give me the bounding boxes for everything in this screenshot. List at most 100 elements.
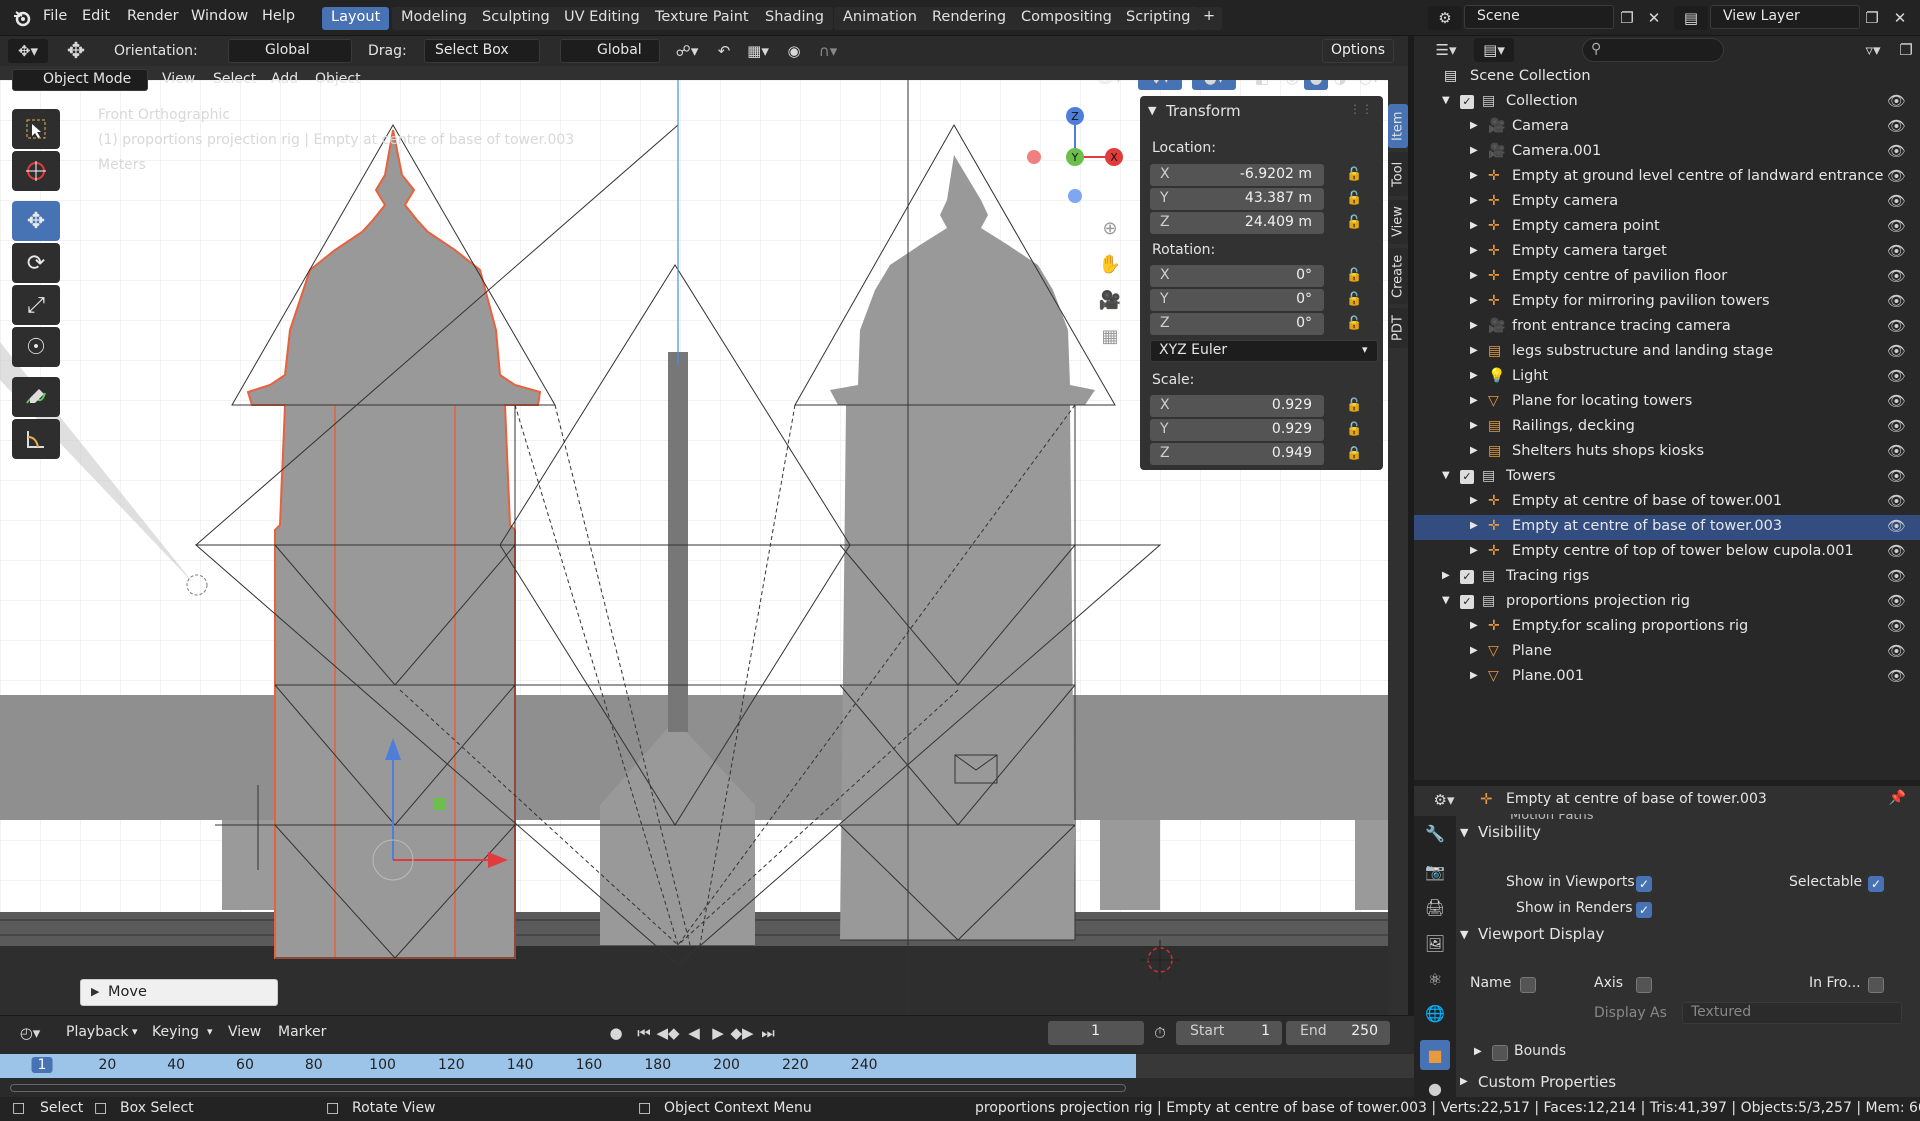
tab-view[interactable]: View <box>1388 200 1408 244</box>
visibility-eye-icon[interactable]: 👁 <box>1887 267 1906 285</box>
tab-scripting[interactable]: Scripting <box>1117 7 1200 30</box>
end-frame-field[interactable]: End 250 <box>1286 1021 1390 1045</box>
timeline-view-menu[interactable]: View <box>228 1024 261 1040</box>
tab-shading[interactable]: Shading <box>756 7 833 30</box>
navigation-gizmo[interactable]: Z X Y <box>1020 102 1130 212</box>
outliner-row[interactable]: ▶ ▤ Shelters huts shops kiosks 👁 <box>1414 440 1920 465</box>
select-box-tool[interactable] <box>12 109 60 149</box>
chevron-right-icon[interactable]: ▶ <box>1470 170 1478 181</box>
view-layer-properties-tab[interactable]: 🖼 <box>1420 928 1450 958</box>
visibility-eye-icon[interactable]: 👁 <box>1887 317 1906 335</box>
location-x-field[interactable]: X -6.9202 m <box>1150 164 1324 186</box>
collection-exclude-checkbox[interactable]: ✓ <box>1460 595 1474 609</box>
lock-icon[interactable]: 🔓 <box>1346 268 1362 283</box>
jump-end-icon[interactable]: ⏭ <box>756 1021 780 1045</box>
prev-keyframe-icon[interactable]: ◀◆ <box>656 1021 680 1045</box>
collection-exclude-checkbox[interactable]: ✓ <box>1460 95 1474 109</box>
visibility-eye-icon[interactable]: 👁 <box>1887 542 1906 560</box>
delete-scene-icon[interactable]: ✕ <box>1642 6 1666 30</box>
collapse-arrow-icon[interactable]: ▼ <box>1460 928 1468 941</box>
chevron-right-icon[interactable]: ▶ <box>1470 645 1478 656</box>
scale-z-field[interactable]: Z 0.949 <box>1150 443 1324 465</box>
menu-add[interactable]: Add <box>271 71 298 87</box>
visibility-eye-icon[interactable]: 👁 <box>1887 392 1906 410</box>
play-icon[interactable]: ▶ <box>706 1021 730 1045</box>
chevron-right-icon[interactable]: ▶ <box>1470 545 1478 556</box>
new-scene-icon[interactable]: ❐ <box>1615 6 1639 30</box>
rotation-mode-dropdown[interactable]: XYZ Euler <box>1150 340 1378 362</box>
camera-view-icon[interactable]: 🎥 <box>1096 286 1124 314</box>
visibility-eye-icon[interactable]: 👁 <box>1887 167 1906 185</box>
selectable-checkbox[interactable]: ✓ <box>1868 876 1884 892</box>
stopwatch-icon[interactable]: ⏱ <box>1148 1021 1172 1045</box>
visibility-eye-icon[interactable]: 👁 <box>1887 417 1906 435</box>
rotation-y-field[interactable]: Y 0° <box>1150 289 1324 311</box>
outliner-row[interactable]: ▶ ✓ ▤ Tracing rigs 👁 <box>1414 565 1920 590</box>
lock-icon[interactable]: 🔒 <box>1346 446 1362 461</box>
play-reverse-icon[interactable]: ◀ <box>682 1021 706 1045</box>
outliner-row[interactable]: ▶ ✛ Empty centre of pavilion floor 👁 <box>1414 265 1920 290</box>
axis-checkbox[interactable] <box>1636 977 1652 993</box>
lock-icon[interactable]: 🔓 <box>1346 292 1362 307</box>
tool-settings-icon[interactable]: ✥▾ <box>8 39 48 63</box>
chevron-right-icon[interactable]: ▶ <box>1470 270 1478 281</box>
outliner-row[interactable]: ▶ ▤ legs substructure and landing stage 👁 <box>1414 340 1920 365</box>
visibility-eye-icon[interactable]: 👁 <box>1887 642 1906 660</box>
visibility-eye-icon[interactable]: 👁 <box>1887 592 1906 610</box>
keying-menu[interactable]: Keying <box>152 1024 199 1040</box>
physics-properties-tab[interactable]: ● <box>1420 1080 1450 1097</box>
pivot-point-icon[interactable]: ☍▾ <box>668 39 706 63</box>
show-in-renders-checkbox[interactable]: ✓ <box>1636 902 1652 918</box>
tab-uv-editing[interactable]: UV Editing <box>555 7 649 30</box>
chevron-right-icon[interactable]: ▶ <box>1470 345 1478 356</box>
chevron-right-icon[interactable]: ▶ <box>1470 295 1478 306</box>
drag-dropdown[interactable]: Select Box <box>424 39 540 63</box>
tab-tool[interactable]: Tool <box>1388 152 1408 196</box>
timeline-editor-icon[interactable]: ◴▾ <box>10 1021 50 1045</box>
tab-modeling[interactable]: Modeling <box>392 7 476 30</box>
world-properties-tab[interactable]: 🌐 <box>1420 998 1450 1028</box>
proportional-edit-icon[interactable]: ◉ <box>782 39 806 63</box>
chevron-down-icon[interactable]: ▼ <box>1442 470 1450 481</box>
outliner-row[interactable]: ▶ ▽ Plane for locating towers 👁 <box>1414 390 1920 415</box>
outliner-row[interactable]: ▶ ▤ Railings, decking 👁 <box>1414 415 1920 440</box>
ortho-grid-icon[interactable]: ▦ <box>1096 322 1124 350</box>
add-workspace-button[interactable]: + <box>1198 7 1222 30</box>
pin-icon[interactable]: 📌 <box>1889 790 1906 806</box>
chevron-right-icon[interactable]: ▶ <box>1470 420 1478 431</box>
tab-item[interactable]: Item <box>1388 104 1408 148</box>
jump-start-icon[interactable]: ⏮ <box>632 1021 656 1045</box>
measure-tool[interactable] <box>12 419 60 459</box>
location-z-field[interactable]: Z 24.409 m <box>1150 212 1324 234</box>
visibility-eye-icon[interactable]: 👁 <box>1887 92 1906 110</box>
scale-y-field[interactable]: Y 0.929 <box>1150 419 1324 441</box>
object-name-field[interactable]: Empty at centre of base of tower.003 <box>1506 791 1767 807</box>
visibility-eye-icon[interactable]: 👁 <box>1887 492 1906 510</box>
menu-file[interactable]: File <box>43 8 67 24</box>
outliner-row[interactable]: ▶ ✛ Empty for mirroring pavilion towers 👁 <box>1414 290 1920 315</box>
outliner-row[interactable]: ▶ 🎥 Camera.001 👁 <box>1414 140 1920 165</box>
chevron-right-icon[interactable]: ▶ <box>1470 220 1478 231</box>
outliner-row[interactable]: ▼ ✓ ▤ Collection 👁 <box>1414 90 1920 115</box>
blender-logo-icon[interactable] <box>10 6 34 30</box>
properties-editor-type-icon[interactable]: ⚙▾ <box>1424 788 1464 812</box>
next-keyframe-icon[interactable]: ◆▶ <box>730 1021 754 1045</box>
drag-handle-icon[interactable]: ⋮⋮ <box>1349 102 1373 116</box>
orientation-dropdown[interactable]: Global <box>228 39 352 63</box>
tab-compositing[interactable]: Compositing <box>1012 7 1121 30</box>
lock-icon[interactable]: 🔓 <box>1346 167 1362 182</box>
scene-type-icon[interactable]: ⚙ <box>1428 6 1462 30</box>
last-operator-panel[interactable]: ▶ Move <box>80 979 278 1006</box>
rotate-tool[interactable]: ⟳ <box>12 243 60 283</box>
chevron-down-icon[interactable]: ▼ <box>1442 95 1450 106</box>
outliner-row[interactable]: ▶ 🎥 front entrance tracing camera 👁 <box>1414 315 1920 340</box>
menu-view[interactable]: View <box>162 71 195 87</box>
mode-dropdown[interactable]: Object Mode <box>12 69 148 91</box>
collapse-arrow-icon[interactable]: ▼ <box>1460 826 1468 839</box>
visibility-eye-icon[interactable]: 👁 <box>1887 667 1906 685</box>
name-checkbox[interactable] <box>1520 977 1536 993</box>
visibility-eye-icon[interactable]: 👁 <box>1887 117 1906 135</box>
filter-icon[interactable]: ▿▾ <box>1854 38 1892 62</box>
visibility-eye-icon[interactable]: 👁 <box>1887 617 1906 635</box>
scene-selector[interactable]: Scene <box>1464 5 1614 29</box>
